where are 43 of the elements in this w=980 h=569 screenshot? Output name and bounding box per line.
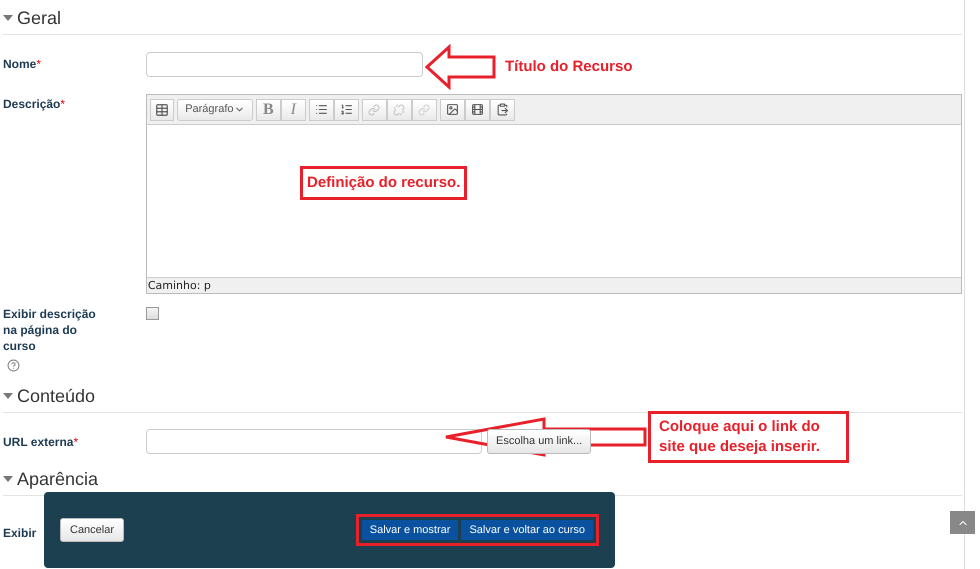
numbered-list-button[interactable]	[334, 98, 359, 120]
annotation-text: Título do Recurso	[505, 57, 632, 77]
numbered-list-icon	[340, 103, 353, 116]
format-select[interactable]: Parágrafo	[176, 98, 253, 120]
field-label: URL externa	[3, 434, 74, 450]
field-label: Exibir descrição na página do curso	[3, 306, 97, 354]
link-icon	[418, 104, 430, 116]
image-button[interactable]	[440, 98, 465, 120]
name-input[interactable]	[146, 52, 423, 76]
film-icon	[470, 103, 484, 116]
annotation-box: Coloque aqui o link do site que deseja inserir.	[648, 411, 849, 463]
field-label: Descrição	[3, 96, 60, 112]
bullet-list-button[interactable]	[308, 98, 334, 120]
paste-button[interactable]	[490, 98, 515, 120]
required-mark: *	[73, 434, 78, 450]
bullet-list-icon	[314, 103, 328, 116]
annotation-box: Definição do recurso.	[300, 166, 468, 200]
checkbox[interactable]	[146, 307, 159, 320]
collapse-caret-icon[interactable]	[3, 476, 13, 482]
help-icon[interactable]	[7, 359, 20, 372]
table-icon	[154, 102, 169, 116]
save-button[interactable]: Salvar e mostrar	[362, 520, 458, 540]
paste-icon	[496, 103, 509, 116]
image-icon	[446, 103, 459, 116]
media-button[interactable]	[464, 98, 490, 120]
section-heading[interactable]: Geral	[17, 6, 62, 30]
save-button[interactable]: Salvar e voltar ao curso	[461, 520, 593, 540]
section-heading[interactable]: Aparência	[17, 467, 98, 491]
collapse-caret-icon[interactable]	[3, 393, 13, 399]
choose-link-button[interactable]: Escolha um link...	[487, 429, 592, 454]
url-input[interactable]	[146, 429, 482, 454]
field-label: Exibir	[3, 525, 36, 541]
toolbar-toggle-button[interactable]	[150, 98, 174, 120]
editor-status-bar: Caminho: p	[146, 277, 961, 293]
link-icon	[368, 104, 380, 116]
required-mark: *	[60, 96, 66, 112]
section-heading[interactable]: Conteúdo	[17, 384, 96, 408]
required-mark: *	[36, 56, 42, 72]
field-label: Nome	[3, 56, 36, 72]
left-arrow-icon	[425, 44, 497, 90]
unlink-icon	[393, 104, 406, 116]
cancel-button[interactable]: Cancelar	[60, 518, 124, 542]
collapse-caret-icon[interactable]	[3, 15, 13, 21]
